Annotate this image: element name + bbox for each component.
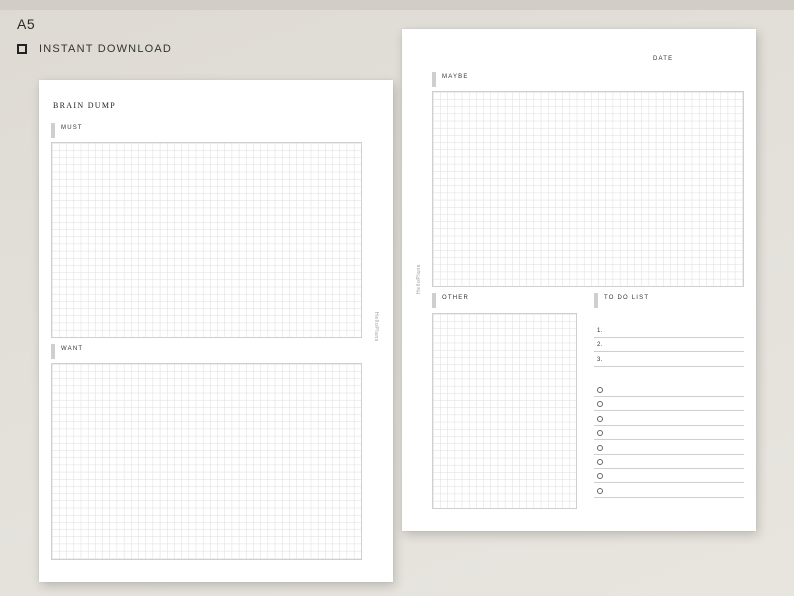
todo-line [594,396,744,397]
todo-checkbox-icon[interactable] [597,401,603,408]
label-bar [432,293,436,308]
brand-mark: HelloPlans [416,264,422,294]
todo-checkbox-icon[interactable] [597,415,603,422]
todo-checkbox-icon[interactable] [597,487,603,494]
section-label-other: OTHER [432,293,469,308]
todo-line [594,482,744,484]
todo-line [594,424,744,426]
todo-checkbox-icon[interactable] [597,387,603,393]
todo-line [594,439,744,441]
date-label: DATE [653,56,674,62]
label-bar [594,293,598,308]
todo-checkbox-icon[interactable] [597,473,603,480]
section-label-text: OTHER [442,295,469,301]
size-label: A5 [17,16,36,32]
label-bar [51,344,55,359]
section-label-maybe: MAYBE [432,72,469,87]
maybe-grid [432,91,744,287]
page-title: BRAIN DUMP [53,101,117,110]
todo-line [594,337,744,338]
section-label-text: TO DO LIST [604,295,650,301]
square-bullet-icon [17,44,27,54]
section-label-todo: TO DO LIST [594,293,649,308]
todo-number: 3. [597,356,604,363]
todo-checkbox-icon[interactable] [597,430,603,437]
todo-line [594,365,744,367]
todo-line [594,453,744,455]
todo-number: 2. [597,342,604,349]
todo-line [594,410,744,412]
section-label-text: MUST [61,125,83,131]
todo-line [594,468,744,469]
top-band [0,0,794,10]
must-grid [51,142,362,338]
todo-number: 1. [597,328,604,334]
label-bar [51,123,55,138]
section-label-text: WANT [61,346,84,352]
todo-line [594,351,744,353]
section-label-must: MUST [51,123,83,138]
instant-download-text: INSTANT DOWNLOAD [39,43,173,55]
brain-dump-page: BRAIN DUMP MUST HelloPlans WANT [39,80,393,582]
section-label-text: MAYBE [442,74,469,80]
instant-download-row: INSTANT DOWNLOAD [17,43,172,55]
todo-line [594,496,744,498]
want-grid [51,363,362,560]
section-label-want: WANT [51,344,83,359]
other-grid [432,313,577,509]
brain-dump-page-2: DATE MAYBE HelloPlans OTHER TO DO LIST 1… [402,29,756,531]
label-bar [432,72,436,87]
todo-checkbox-icon[interactable] [597,444,603,451]
brand-mark: HelloPlans [373,312,379,342]
todo-checkbox-icon[interactable] [597,459,603,465]
